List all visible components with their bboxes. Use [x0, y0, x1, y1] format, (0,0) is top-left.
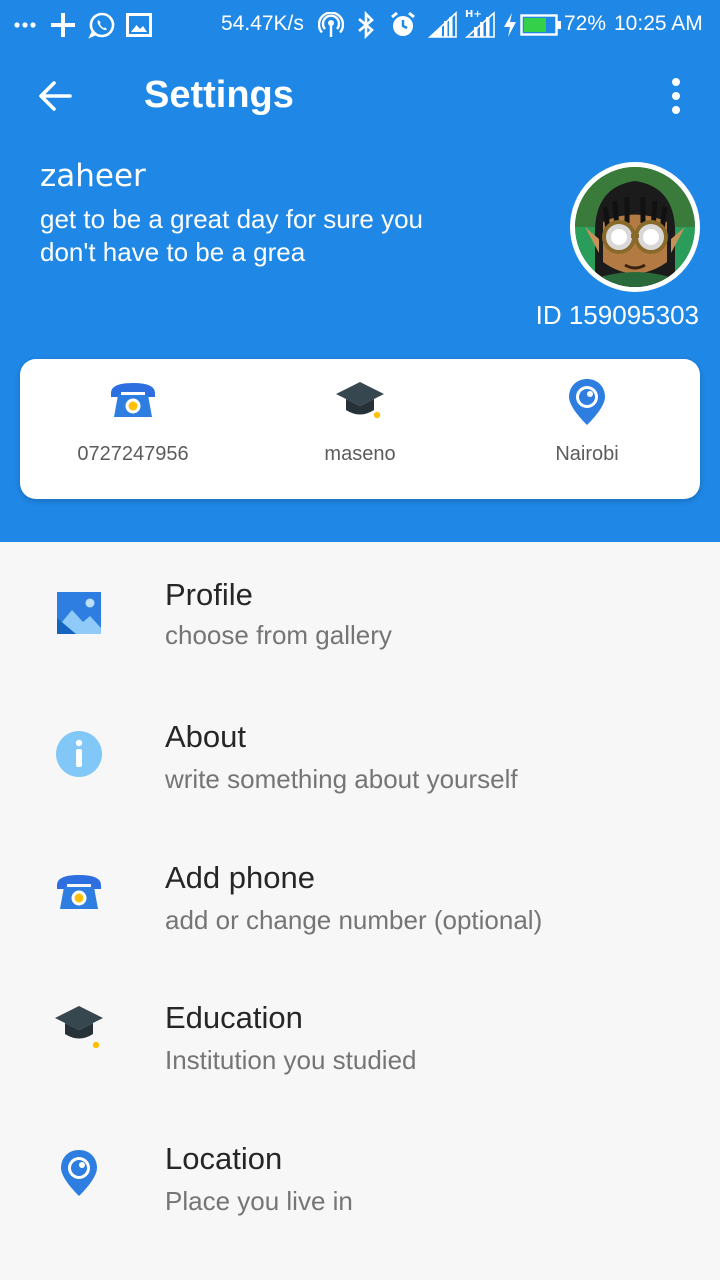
bluetooth-icon	[356, 11, 376, 39]
settings-item-title: Education	[165, 1000, 303, 1035]
signal-icon	[428, 11, 458, 39]
card-item-phone[interactable]: 0727247956	[20, 359, 246, 499]
settings-item-subtitle: choose from gallery	[165, 620, 392, 650]
whatsapp-icon	[88, 11, 116, 39]
settings-item-title: Location	[165, 1141, 283, 1176]
battery-icon	[520, 12, 562, 38]
location-pin-icon	[562, 377, 612, 427]
avatar-image	[575, 167, 695, 287]
svg-text:H+: H+	[465, 9, 482, 20]
settings-item-subtitle: Place you live in	[165, 1186, 353, 1216]
user-bio: get to be a great day for sure you don't…	[40, 204, 424, 267]
info-icon	[54, 729, 104, 779]
card-label-location: Nairobi	[555, 443, 619, 465]
settings-item-education[interactable]: Education Institution you studied	[0, 965, 720, 1105]
card-item-education[interactable]: maseno	[247, 359, 473, 499]
card-label-phone: 0727247956	[77, 443, 189, 465]
settings-item-title: Add phone	[165, 860, 315, 895]
settings-item-subtitle: Institution you studied	[165, 1045, 417, 1075]
status-bar: 54.47K/s H+ 72% 10:25 AM	[0, 0, 720, 50]
hotspot-icon	[318, 12, 344, 38]
card-label-education: maseno	[324, 443, 396, 465]
settings-item-subtitle: add or change number (optional)	[165, 905, 543, 935]
settings-item-profile[interactable]: Profile choose from gallery	[0, 543, 720, 683]
more-vert-icon	[672, 78, 680, 114]
phone-icon	[108, 377, 158, 427]
avatar[interactable]	[570, 162, 700, 292]
graduation-cap-icon	[335, 377, 385, 427]
user-id: ID 159095303	[535, 300, 699, 330]
settings-item-subtitle: write something about yourself	[165, 764, 518, 794]
settings-item-add-phone[interactable]: Add phone add or change number (optional…	[0, 825, 720, 965]
gallery-icon	[54, 588, 104, 638]
network-speed: 54.47K/s	[221, 12, 304, 35]
graduation-cap-icon	[54, 1001, 104, 1051]
charging-icon	[502, 12, 518, 38]
overflow-menu-button[interactable]	[666, 76, 686, 116]
phone-icon	[54, 869, 104, 919]
clock: 10:25 AM	[614, 12, 703, 35]
image-icon	[126, 12, 152, 38]
arrow-back-icon	[39, 81, 72, 111]
location-pin-icon	[54, 1148, 104, 1198]
page-title: Settings	[144, 74, 294, 116]
back-button[interactable]	[36, 76, 76, 116]
username: zaheer	[40, 158, 146, 194]
settings-item-location[interactable]: Location Place you live in	[0, 1106, 720, 1246]
card-item-location[interactable]: Nairobi	[474, 359, 700, 499]
alarm-icon	[390, 11, 416, 39]
info-card: 0727247956 maseno Nairobi	[20, 359, 700, 499]
more-notifications-icon	[14, 22, 36, 28]
settings-item-title: Profile	[165, 577, 253, 612]
settings-item-about[interactable]: About write something about yourself	[0, 684, 720, 824]
plus-icon	[50, 12, 76, 38]
settings-item-title: About	[165, 719, 247, 754]
signal-4g-icon: H+	[464, 7, 496, 39]
battery-level: 72%	[564, 12, 607, 35]
